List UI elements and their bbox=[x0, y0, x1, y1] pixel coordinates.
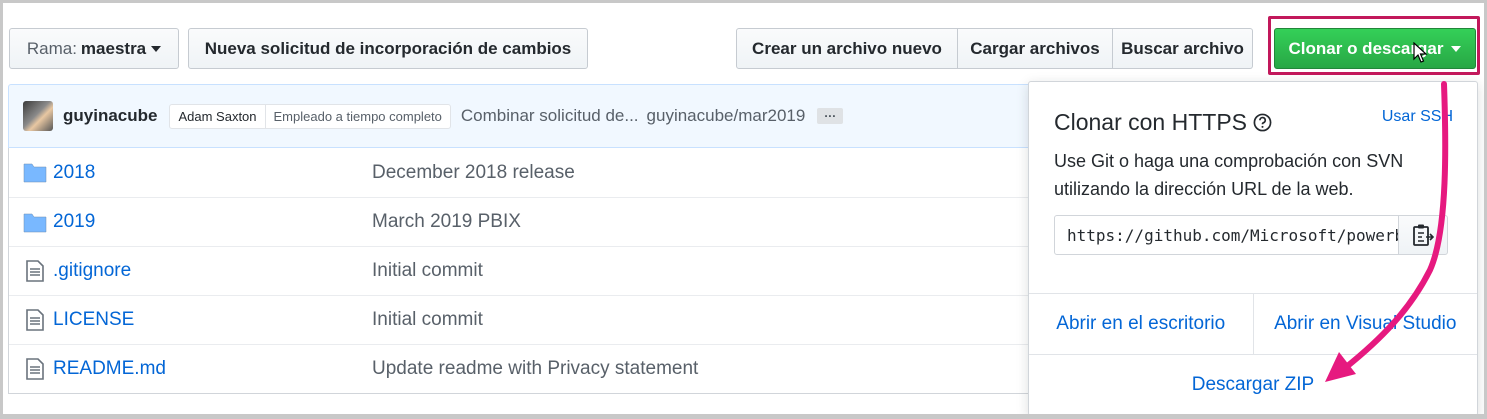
popover-title: Clonar con HTTPS bbox=[1054, 109, 1272, 136]
create-file-button[interactable]: Crear un archivo nuevo bbox=[736, 28, 958, 69]
author-label: Adam Saxton Empleado a tiempo completo bbox=[169, 103, 451, 129]
find-file-label: Buscar archivo bbox=[1121, 38, 1244, 58]
file-name[interactable]: LICENSE bbox=[53, 309, 134, 331]
chevron-down-icon bbox=[151, 45, 162, 52]
find-file-button[interactable]: Buscar archivo bbox=[1113, 28, 1253, 69]
popover-title-text: Clonar con HTTPS bbox=[1054, 109, 1248, 135]
mouse-cursor-icon bbox=[1413, 42, 1428, 63]
file-row: .gitignore Initial commit bbox=[9, 246, 1077, 295]
branch-prefix: Rama: bbox=[26, 38, 77, 58]
download-zip-label: Descargar ZIP bbox=[1191, 374, 1315, 395]
clone-popover: Clonar con HTTPS Usar SSH Use Git o haga… bbox=[1028, 81, 1478, 416]
file-row: LICENSE Initial commit bbox=[9, 295, 1077, 344]
file-name[interactable]: README.md bbox=[53, 358, 166, 380]
clone-button-highlight bbox=[1268, 16, 1480, 75]
file-row: 2019 March 2019 PBIX bbox=[9, 197, 1077, 246]
clipboard-icon bbox=[1413, 224, 1434, 246]
author-label-name: Adam Saxton bbox=[170, 104, 266, 128]
file-icon bbox=[26, 260, 44, 282]
commit-author[interactable]: guyinacube bbox=[63, 106, 157, 126]
new-pull-request-button[interactable]: Nueva solicitud de incorporación de camb… bbox=[188, 28, 588, 69]
commit-message[interactable]: Combinar solicitud de... bbox=[461, 106, 639, 126]
copy-url-button[interactable] bbox=[1398, 215, 1448, 255]
branch-name: maestra bbox=[80, 38, 147, 58]
expand-commit-button[interactable]: ··· bbox=[817, 108, 844, 124]
file-row: README.md Update readme with Privacy sta… bbox=[9, 344, 1077, 393]
file-actions-group: Crear un archivo nuevo Cargar archivos B… bbox=[736, 28, 1253, 69]
open-visual-studio-label: Abrir en Visual Studio bbox=[1274, 313, 1457, 334]
author-label-role: Empleado a tiempo completo bbox=[273, 108, 442, 124]
folder-icon bbox=[23, 163, 47, 183]
use-ssh-link[interactable]: Usar SSH bbox=[1382, 108, 1453, 126]
file-commit-message[interactable]: March 2019 PBIX bbox=[372, 211, 521, 233]
branch-select-button[interactable]: Rama: maestra bbox=[9, 28, 179, 69]
file-name[interactable]: 2018 bbox=[53, 162, 95, 184]
file-list: 2018 December 2018 release 2019 March 20… bbox=[8, 148, 1078, 394]
new-pull-request-label: Nueva solicitud de incorporación de camb… bbox=[204, 38, 572, 58]
file-icon bbox=[26, 358, 44, 380]
file-icon bbox=[26, 309, 44, 331]
question-icon[interactable] bbox=[1253, 113, 1272, 132]
avatar[interactable] bbox=[23, 101, 53, 131]
upload-files-label: Cargar archivos bbox=[970, 38, 1100, 58]
open-visual-studio-button[interactable]: Abrir en Visual Studio bbox=[1252, 294, 1478, 354]
open-desktop-label: Abrir en el escritorio bbox=[1056, 313, 1226, 334]
open-desktop-button[interactable]: Abrir en el escritorio bbox=[1029, 294, 1253, 354]
open-actions: Abrir en el escritorio Abrir en Visual S… bbox=[1029, 293, 1477, 355]
clone-url-input[interactable]: https://github.com/Microsoft/powerbi-des… bbox=[1054, 215, 1399, 255]
file-row: 2018 December 2018 release bbox=[9, 148, 1077, 197]
file-name[interactable]: .gitignore bbox=[53, 260, 131, 282]
download-zip-link[interactable]: Descargar ZIP bbox=[1029, 374, 1477, 396]
file-commit-message[interactable]: Initial commit bbox=[372, 309, 483, 331]
upload-files-button[interactable]: Cargar archivos bbox=[958, 28, 1113, 69]
create-file-label: Crear un archivo nuevo bbox=[752, 38, 942, 58]
file-commit-message[interactable]: Initial commit bbox=[372, 260, 483, 282]
latest-commit-bar: guyinacube Adam Saxton Empleado a tiempo… bbox=[8, 84, 1078, 148]
file-name[interactable]: 2019 bbox=[53, 211, 95, 233]
popover-description: Use Git o haga una comprobación con SVN … bbox=[1054, 151, 1404, 199]
commit-branch[interactable]: guyinacube/mar2019 bbox=[647, 106, 806, 126]
file-commit-message[interactable]: December 2018 release bbox=[372, 162, 575, 184]
file-commit-message[interactable]: Update readme with Privacy statement bbox=[372, 358, 698, 380]
folder-icon bbox=[23, 213, 47, 233]
